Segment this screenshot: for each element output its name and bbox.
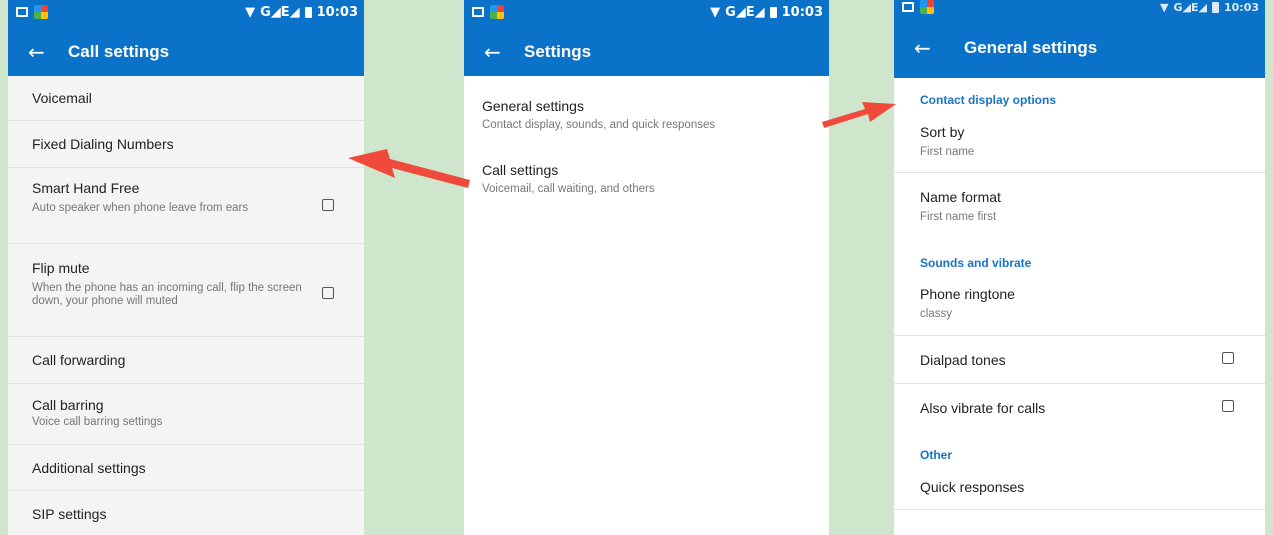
list-item-sort-by[interactable]: Sort by First name <box>894 108 1265 173</box>
arrow-right-icon <box>822 102 896 128</box>
general-settings-screen: ▼ G◢E◢ 10:03 ← General settings Contact … <box>894 0 1265 535</box>
list-item-call-barring[interactable]: Call barring Voice call barring settings <box>8 384 364 445</box>
item-title: Also vibrate for calls <box>920 400 1046 416</box>
item-title: Flip mute <box>32 260 90 276</box>
item-title: Phone ringtone <box>920 286 1015 302</box>
item-title: Smart Hand Free <box>32 180 140 196</box>
flip-mute-checkbox[interactable] <box>322 287 334 299</box>
page-title: Call settings <box>68 42 170 61</box>
item-subtitle: Auto speaker when phone leave from ears <box>32 202 249 214</box>
wifi-icon: ▼ <box>245 5 256 20</box>
item-title: Name format <box>920 189 1001 205</box>
back-arrow-icon[interactable]: ← <box>28 42 48 62</box>
item-subtitle: Voice call barring settings <box>32 416 163 428</box>
settings-list: General settings Contact display, sounds… <box>464 76 829 535</box>
app-notification-icon <box>34 5 48 19</box>
list-item-call-forwarding[interactable]: Call forwarding <box>8 337 364 384</box>
settings-list: Contact display options Sort by First na… <box>894 78 1265 535</box>
list-item-flip-mute[interactable]: Flip mute When the phone has an incoming… <box>8 244 364 337</box>
list-item-phone-ringtone[interactable]: Phone ringtone classy <box>894 270 1265 336</box>
item-title: Voicemail <box>32 90 92 106</box>
item-title: General settings <box>482 98 584 114</box>
list-item-voicemail[interactable]: Voicemail <box>8 76 364 121</box>
signal-indicator: G◢E◢ <box>725 5 765 20</box>
item-title: Call settings <box>482 162 559 178</box>
screenshot-icon <box>472 7 484 17</box>
item-title: Call forwarding <box>32 352 126 368</box>
item-title: Additional settings <box>32 460 146 476</box>
status-time: 10:03 <box>781 5 823 20</box>
screenshot-icon <box>16 7 28 17</box>
app-notification-icon <box>490 5 504 19</box>
item-title: Fixed Dialing Numbers <box>32 136 174 152</box>
list-item-sip-settings[interactable]: SIP settings <box>8 491 364 535</box>
list-item-quick-responses[interactable]: Quick responses <box>894 463 1265 510</box>
item-subtitle: Voicemail, call waiting, and others <box>482 183 655 195</box>
section-header-other: Other <box>920 448 953 462</box>
item-title: Dialpad tones <box>920 352 1006 368</box>
list-item-general-settings[interactable]: General settings Contact display, sounds… <box>464 76 829 140</box>
item-value: classy <box>920 308 952 320</box>
app-bar: ← Settings <box>464 28 829 76</box>
status-bar: ▼ G◢E◢ 10:03 <box>464 0 829 28</box>
signal-indicator: G◢E◢ <box>260 5 300 20</box>
item-title: Sort by <box>920 124 965 140</box>
page-title: General settings <box>964 38 1098 57</box>
app-bar: ← General settings <box>894 18 1265 78</box>
signal-indicator: G◢E◢ <box>1173 1 1207 14</box>
wifi-icon: ▼ <box>710 5 721 20</box>
list-item-vibrate-for-calls[interactable]: Also vibrate for calls <box>894 384 1265 431</box>
call-settings-screen: ▼ G◢E◢ 10:03 ← Call settings Voicemail F… <box>8 0 364 535</box>
list-item-name-format[interactable]: Name format First name first <box>894 173 1265 238</box>
section-header-sounds: Sounds and vibrate <box>920 256 1032 270</box>
back-arrow-icon[interactable]: ← <box>914 38 934 58</box>
settings-screen: ▼ G◢E◢ 10:03 ← Settings General settings… <box>464 0 829 535</box>
app-bar: ← Call settings <box>8 28 364 76</box>
status-bar: ▼ G◢E◢ 10:03 <box>894 0 1265 18</box>
status-bar: ▼ G◢E◢ 10:03 <box>8 0 364 28</box>
battery-icon <box>1211 2 1219 13</box>
item-subtitle: Contact display, sounds, and quick respo… <box>482 119 716 131</box>
dialpad-tones-checkbox[interactable] <box>1222 352 1234 364</box>
settings-list: Voicemail Fixed Dialing Numbers Smart Ha… <box>8 76 364 535</box>
page-title: Settings <box>524 42 592 61</box>
item-subtitle: When the phone has an incoming call, fli… <box>32 282 302 307</box>
item-title: Quick responses <box>920 479 1025 495</box>
app-notification-icon <box>920 0 934 14</box>
back-arrow-icon[interactable]: ← <box>484 42 504 62</box>
battery-icon <box>769 7 777 18</box>
item-value: First name first <box>920 211 997 223</box>
section-header-contact: Contact display options <box>920 93 1057 107</box>
list-item-additional-settings[interactable]: Additional settings <box>8 445 364 491</box>
list-item-dialpad-tones[interactable]: Dialpad tones <box>894 336 1265 384</box>
screenshot-icon <box>902 2 914 12</box>
status-time: 10:03 <box>316 5 358 20</box>
status-time: 10:03 <box>1223 1 1259 14</box>
item-title: Call barring <box>32 397 104 413</box>
item-title: SIP settings <box>32 506 107 522</box>
wifi-icon: ▼ <box>1160 1 1169 14</box>
list-item-smart-hand-free[interactable]: Smart Hand Free Auto speaker when phone … <box>8 168 364 244</box>
smart-hand-free-checkbox[interactable] <box>322 199 334 211</box>
list-item-call-settings[interactable]: Call settings Voicemail, call waiting, a… <box>464 140 829 202</box>
vibrate-for-calls-checkbox[interactable] <box>1222 400 1234 412</box>
arrow-left-icon <box>348 149 470 188</box>
item-value: First name <box>920 146 975 158</box>
battery-icon <box>304 7 312 18</box>
list-item-fixed-dialing[interactable]: Fixed Dialing Numbers <box>8 121 364 168</box>
